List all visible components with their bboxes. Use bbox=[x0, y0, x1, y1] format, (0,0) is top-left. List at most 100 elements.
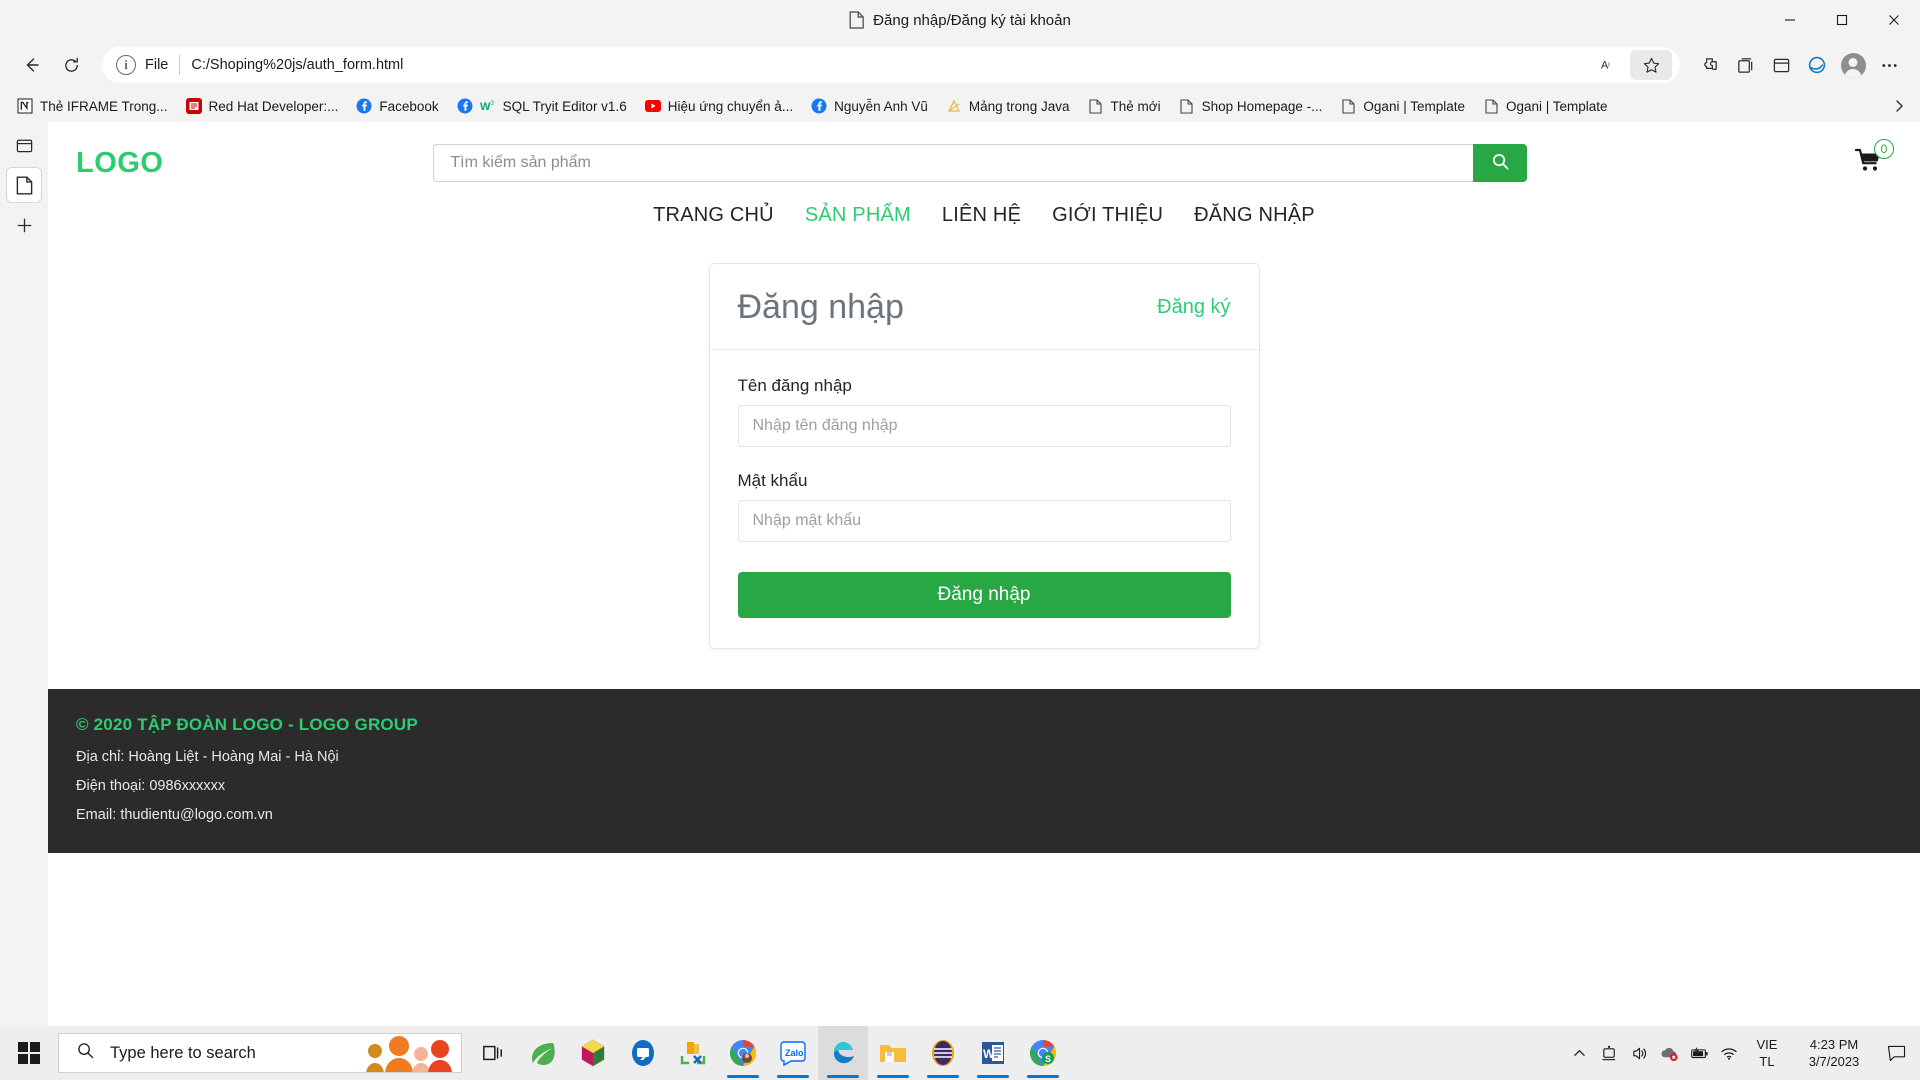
wifi-icon[interactable] bbox=[1714, 1026, 1744, 1080]
taskbar-app-edge-icon[interactable] bbox=[818, 1026, 868, 1080]
minimize-button[interactable] bbox=[1764, 0, 1816, 40]
bookmark-label: Hiệu ứng chuyển ả... bbox=[667, 98, 794, 114]
bookmarks-bar: Thẻ IFRAME Trong... Red Hat Developer:..… bbox=[0, 90, 1920, 122]
maximize-button[interactable] bbox=[1816, 0, 1868, 40]
browser-title-bar: Đăng nhập/Đăng ký tài khoản bbox=[0, 0, 1920, 40]
taskbar-app-file-explorer-icon[interactable] bbox=[868, 1026, 918, 1080]
bookmark-item[interactable]: Ogani | Template bbox=[1474, 94, 1617, 118]
auth-card-body: Tên đăng nhập Mật khẩu Đăng nhập bbox=[710, 350, 1259, 648]
sidebar-add-icon[interactable] bbox=[7, 208, 41, 242]
taskbar-app-chrome-icon[interactable] bbox=[718, 1026, 768, 1080]
window-controls bbox=[1764, 0, 1920, 40]
username-input[interactable] bbox=[737, 405, 1231, 447]
cart-count-badge: 0 bbox=[1874, 139, 1894, 159]
taskbar-search-placeholder: Type here to search bbox=[110, 1043, 256, 1062]
onedrive-error-icon[interactable] bbox=[1654, 1026, 1684, 1080]
url-scheme-label: File bbox=[145, 57, 169, 73]
profile-avatar[interactable] bbox=[1836, 48, 1870, 82]
action-center-button[interactable] bbox=[1878, 1026, 1914, 1080]
site-logo[interactable]: LOGO bbox=[76, 147, 163, 180]
site-header: LOGO Tìm kiếm sản phẩm 0 bbox=[48, 122, 1920, 204]
taskbar-app-word-icon[interactable]: W bbox=[968, 1026, 1018, 1080]
start-button[interactable] bbox=[0, 1026, 58, 1080]
add-favorite-icon[interactable] bbox=[1630, 50, 1672, 80]
auth-card-header: Đăng nhập Đăng ký bbox=[709, 264, 1259, 350]
taskbar-app-leaf-icon[interactable] bbox=[518, 1026, 568, 1080]
page-icon bbox=[1087, 98, 1103, 114]
taskbar-apps: Zalo W S bbox=[468, 1026, 1068, 1080]
show-hidden-icons-chevron-up-icon[interactable] bbox=[1564, 1026, 1594, 1080]
bookmark-item[interactable]: Red Hat Developer:... bbox=[177, 94, 348, 118]
taskbar-app-zalo-icon[interactable]: Zalo bbox=[768, 1026, 818, 1080]
bookmark-item[interactable]: Nguyễn Anh Vũ bbox=[802, 94, 937, 118]
taskbar-app-cube-icon[interactable] bbox=[568, 1026, 618, 1080]
register-link[interactable]: Đăng ký bbox=[1157, 296, 1230, 319]
screen: Đăng nhập/Đăng ký tài khoản i File C:/Sh… bbox=[0, 0, 1920, 1080]
bookmark-item[interactable]: Ogani | Template bbox=[1331, 94, 1474, 118]
login-submit-button[interactable]: Đăng nhập bbox=[737, 572, 1231, 618]
bookmark-item[interactable]: Thẻ mới bbox=[1078, 94, 1169, 118]
browser-tab[interactable]: Đăng nhập/Đăng ký tài khoản bbox=[849, 11, 1071, 29]
taskbar-search-box[interactable]: Type here to search bbox=[58, 1033, 462, 1073]
settings-and-more-icon[interactable] bbox=[1872, 48, 1906, 82]
bookmark-item[interactable]: Hiệu ứng chuyển ả... bbox=[636, 94, 802, 118]
bookmark-label: Thẻ IFRAME Trong... bbox=[40, 98, 168, 114]
volume-icon[interactable] bbox=[1624, 1026, 1654, 1080]
extensions-icon[interactable] bbox=[1692, 48, 1726, 82]
url-text[interactable]: C:/Shoping%20js/auth_form.html bbox=[191, 57, 1596, 73]
language-indicator[interactable]: VIE TL bbox=[1744, 1036, 1790, 1070]
task-view-button[interactable] bbox=[468, 1026, 518, 1080]
taskbar-app-teamviewer-icon[interactable] bbox=[618, 1026, 668, 1080]
bookmark-item[interactable]: Mảng trong Java bbox=[937, 94, 1079, 118]
w3schools-icon: W3 bbox=[480, 98, 496, 114]
site-nav: TRANG CHỦ SẢN PHẨM LIÊN HỆ GIỚI THIỆU ĐĂ… bbox=[48, 204, 1920, 235]
close-button[interactable] bbox=[1868, 0, 1920, 40]
omnibox-divider bbox=[179, 55, 181, 75]
sidebar-tab-manager-icon[interactable] bbox=[7, 128, 41, 162]
notion-icon bbox=[17, 98, 33, 114]
taskbar-app-chrome-s-icon[interactable]: S bbox=[1018, 1026, 1068, 1080]
bookmark-label: Ogani | Template bbox=[1506, 98, 1608, 114]
browser-essentials-icon[interactable] bbox=[1764, 48, 1798, 82]
bookmark-label: Mảng trong Java bbox=[968, 98, 1070, 114]
nav-item-trang-chu[interactable]: TRANG CHỦ bbox=[653, 204, 774, 227]
page-icon bbox=[849, 11, 864, 29]
clock[interactable]: 4:23 PM 3/7/2023 bbox=[1790, 1036, 1878, 1070]
svg-text:Zalo: Zalo bbox=[785, 1048, 804, 1058]
taskbar-app-tools-icon[interactable] bbox=[668, 1026, 718, 1080]
cart-button[interactable]: 0 bbox=[1846, 139, 1894, 183]
read-aloud-icon[interactable]: Aᴵ bbox=[1596, 50, 1626, 80]
nav-item-lien-he[interactable]: LIÊN HỆ bbox=[942, 204, 1021, 227]
nav-item-san-pham[interactable]: SẢN PHẨM bbox=[805, 204, 911, 227]
page-icon bbox=[1340, 98, 1356, 114]
svg-text:ᴵ: ᴵ bbox=[1608, 62, 1609, 71]
battery-charging-icon[interactable] bbox=[1684, 1026, 1714, 1080]
taskbar-app-purple-icon[interactable] bbox=[918, 1026, 968, 1080]
collections-icon[interactable] bbox=[1728, 48, 1762, 82]
bookmark-label: Red Hat Developer:... bbox=[208, 98, 339, 114]
webcam-icon[interactable] bbox=[1594, 1026, 1624, 1080]
generic-page-icon bbox=[946, 98, 962, 114]
sidebar-current-page-icon[interactable] bbox=[7, 168, 41, 202]
search-input[interactable] bbox=[433, 144, 1474, 182]
bookmark-item[interactable]: Thẻ IFRAME Trong... bbox=[8, 94, 177, 118]
nav-item-dang-nhap[interactable]: ĐĂNG NHẬP bbox=[1194, 204, 1315, 227]
bookmark-item[interactable]: Facebook bbox=[347, 94, 447, 118]
edge-copilot-icon[interactable] bbox=[1800, 48, 1834, 82]
address-bar[interactable]: i File C:/Shoping%20js/auth_form.html Aᴵ bbox=[102, 47, 1680, 83]
redhat-icon bbox=[185, 98, 202, 114]
password-input[interactable] bbox=[737, 500, 1231, 542]
bookmark-item[interactable]: Shop Homepage -... bbox=[1170, 94, 1332, 118]
bookmark-label: Thẻ mới bbox=[1110, 98, 1161, 114]
bookmark-label: SQL Tryit Editor v1.6 bbox=[502, 98, 627, 114]
search-button[interactable] bbox=[1473, 144, 1528, 182]
bookmarks-overflow-chevron-right-icon[interactable] bbox=[1886, 93, 1912, 119]
clock-time: 4:23 PM bbox=[1809, 1037, 1859, 1052]
field-spacer bbox=[738, 447, 1231, 471]
refresh-button[interactable] bbox=[54, 48, 88, 82]
nav-item-gioi-thieu[interactable]: GIỚI THIỆU bbox=[1052, 204, 1163, 227]
site-info-icon[interactable]: i bbox=[116, 55, 136, 75]
svg-text:W: W bbox=[983, 1047, 995, 1061]
back-button[interactable] bbox=[14, 48, 48, 82]
bookmark-item[interactable]: W3 SQL Tryit Editor v1.6 bbox=[448, 94, 636, 118]
